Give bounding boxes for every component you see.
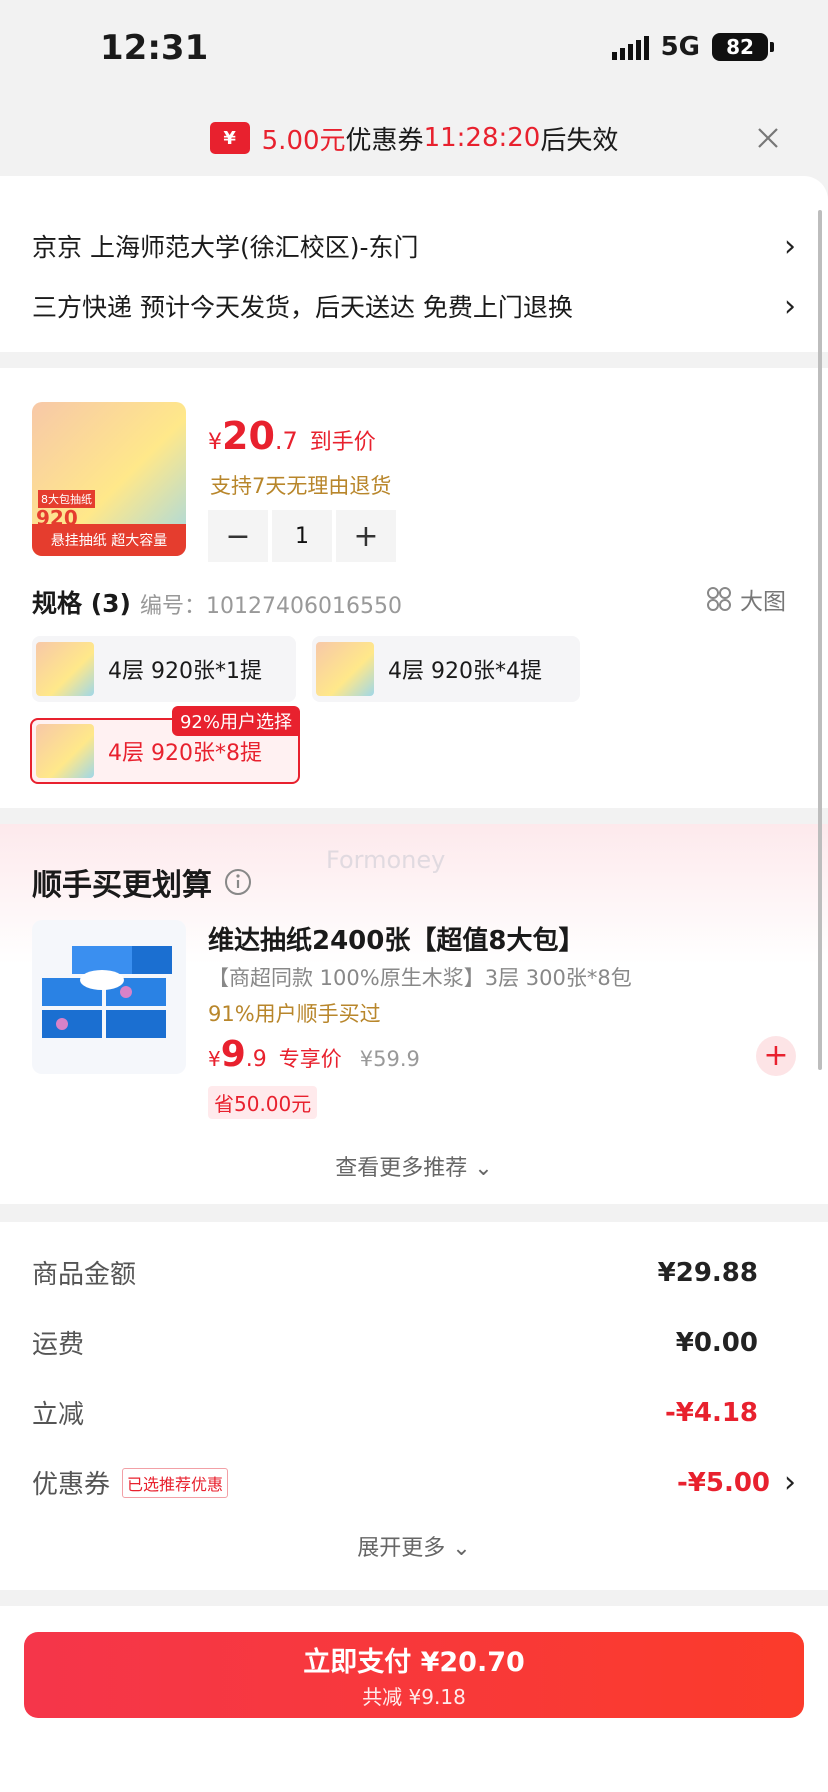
recommend-name[interactable]: 维达抽纸2400张【超值8大包】 — [208, 920, 584, 957]
recommend-title-text: 顺手买更划算 — [32, 868, 212, 903]
summary-row-goods: 商品金额 ¥29.88 — [32, 1254, 758, 1291]
coupon-banner: ¥ 5.00元 优惠券 11:28:20 后失效 — [0, 100, 828, 176]
spec-option[interactable]: 4层 920张*4提 — [312, 636, 580, 702]
summary-label: 立减 — [32, 1400, 85, 1430]
original-price: ¥59.9 — [359, 1047, 420, 1071]
recommend-title: 顺手买更划算 — [32, 860, 252, 904]
chevron-right-icon: › — [784, 228, 796, 264]
coupon-icon: ¥ — [209, 122, 250, 154]
add-to-order-button[interactable]: + — [756, 1036, 796, 1076]
spec-title: 规格 (3) — [32, 589, 131, 618]
expand-more-label: 展开更多 — [357, 1536, 446, 1561]
summary-card: 商品金额 ¥29.88 运费 ¥0.00 立减 -¥4.18 优惠券 已选推荐优… — [0, 1222, 828, 1590]
price-integer: 20 — [222, 414, 275, 458]
summary-label: 优惠券 — [32, 1470, 111, 1500]
coupon-value-group: -¥5.00 › — [677, 1465, 796, 1500]
price-currency: ¥ — [208, 430, 222, 455]
product-price: ¥ 20 .7 到手价 — [208, 414, 376, 458]
price-integer: 9 — [220, 1034, 246, 1075]
product-image[interactable]: 8大包抽纸 920 悬挂抽纸 超大容量 — [32, 402, 186, 556]
summary-coupon-label: 优惠券 已选推荐优惠 — [32, 1464, 229, 1501]
summary-value: ¥0.00 — [675, 1327, 758, 1358]
option-badge: 92%用户选择 — [171, 706, 300, 736]
summary-row-discount: 立减 -¥4.18 — [32, 1394, 758, 1431]
price-decimal: .9 — [245, 1047, 267, 1072]
tissue-boxes-image — [42, 946, 172, 1038]
pay-now-button[interactable]: 立即支付 ¥20.70 共减 ¥9.18 — [24, 1632, 804, 1718]
chevron-down-icon: ⌄ — [452, 1536, 471, 1561]
option-label: 4层 920张*4提 — [388, 659, 542, 684]
recommend-image[interactable] — [32, 920, 186, 1074]
status-time: 12:31 — [100, 28, 209, 68]
coupon-suffix: 后失效 — [540, 125, 619, 156]
price-currency: ¥ — [208, 1047, 221, 1071]
big-image-label: 大图 — [740, 589, 786, 615]
price-label: 到手价 — [309, 430, 376, 455]
option-thumb — [36, 724, 94, 778]
delivery-text: 三方快递 预计今天发货，后天送达 免费上门退换 — [32, 293, 573, 322]
summary-row-coupon[interactable]: 优惠券 已选推荐优惠 -¥5.00 › — [32, 1464, 796, 1501]
price-label: 专享价 — [278, 1047, 342, 1071]
return-note: 支持7天无理由退货 — [210, 474, 392, 498]
coupon-tag: 已选推荐优惠 — [122, 1467, 229, 1498]
info-icon[interactable] — [224, 868, 252, 896]
option-thumb — [316, 642, 374, 696]
summary-value: ¥29.88 — [657, 1257, 758, 1288]
summary-value: -¥4.18 — [664, 1397, 758, 1428]
coupon-amount: 5.00元 — [261, 125, 346, 156]
network-type: 5G — [660, 32, 700, 62]
option-label: 4层 920张*8提 — [108, 741, 262, 766]
chevron-down-icon: ⌄ — [474, 1156, 493, 1181]
address-text: 京京 上海师范大学(徐汇校区)-东门 — [32, 233, 419, 262]
price-decimal: .7 — [274, 427, 298, 455]
quantity-stepper: − 1 + — [208, 510, 396, 562]
coupon-label: 优惠券 — [345, 125, 424, 156]
recommend-card: Formoney 顺手买更划算 维达抽纸2400张【超值8大包】 【商超同款 1… — [0, 824, 828, 1204]
recommend-subtitle: 【商超同款 100%原生木浆】3层 300张*8包 — [208, 966, 632, 990]
summary-label: 商品金额 — [32, 1260, 137, 1290]
delivery-row[interactable]: 三方快递 预计今天发货，后天送达 免费上门退换 › — [32, 288, 796, 324]
spec-option[interactable]: 4层 920张*1提 — [32, 636, 296, 702]
address-card: 京京 上海师范大学(徐汇校区)-东门 › 三方快递 预计今天发货，后天送达 免费… — [0, 176, 828, 352]
grid-icon — [707, 587, 731, 611]
summary-label: 运费 — [32, 1330, 85, 1360]
summary-row-shipping: 运费 ¥0.00 — [32, 1324, 758, 1361]
minus-button[interactable]: − — [208, 510, 268, 562]
spec-option-selected[interactable]: 4层 920张*8提 92%用户选择 — [30, 706, 300, 784]
scrollbar[interactable] — [818, 210, 822, 1070]
summary-value: -¥5.00 — [676, 1467, 770, 1498]
coupon-countdown: 11:28:20 — [423, 123, 541, 153]
chevron-right-icon: › — [784, 1465, 796, 1500]
watermark: Formoney — [326, 846, 446, 874]
chevron-right-icon: › — [784, 288, 796, 324]
status-bar: 12:31 5G 82 — [0, 0, 828, 100]
save-badge: 省50.00元 — [208, 1086, 318, 1119]
signal-icon — [611, 34, 649, 60]
spec-code: 编号：10127406016550 — [140, 594, 402, 619]
option-label: 4层 920张*1提 — [108, 659, 262, 684]
quantity-value[interactable]: 1 — [272, 510, 332, 562]
pay-label: 立即支付 ¥20.70 — [303, 1647, 525, 1678]
status-indicators: 5G 82 — [611, 32, 774, 62]
pay-savings: 共减 ¥9.18 — [362, 1685, 466, 1709]
more-recommend-label: 查看更多推荐 — [335, 1156, 468, 1181]
more-recommend-link[interactable]: 查看更多推荐 ⌄ — [0, 1150, 828, 1182]
close-icon[interactable] — [748, 118, 788, 158]
recommend-buyers: 91%用户顺手买过 — [208, 1002, 381, 1026]
thumb-banner: 悬挂抽纸 超大容量 — [32, 524, 186, 556]
address-row[interactable]: 京京 上海师范大学(徐汇校区)-东门 › — [32, 228, 796, 264]
product-card: 8大包抽纸 920 悬挂抽纸 超大容量 ¥ 20 .7 到手价 支持7天无理由退… — [0, 368, 828, 808]
recommend-price: ¥ 9 .9 专享价 ¥59.9 — [208, 1034, 420, 1075]
plus-button[interactable]: + — [336, 510, 396, 562]
battery-icon: 82 — [712, 33, 774, 61]
big-image-button[interactable]: 大图 — [706, 582, 786, 616]
option-thumb — [36, 642, 94, 696]
pay-bar: 立即支付 ¥20.70 共减 ¥9.18 — [0, 1606, 828, 1792]
expand-more-link[interactable]: 展开更多 ⌄ — [0, 1530, 828, 1562]
